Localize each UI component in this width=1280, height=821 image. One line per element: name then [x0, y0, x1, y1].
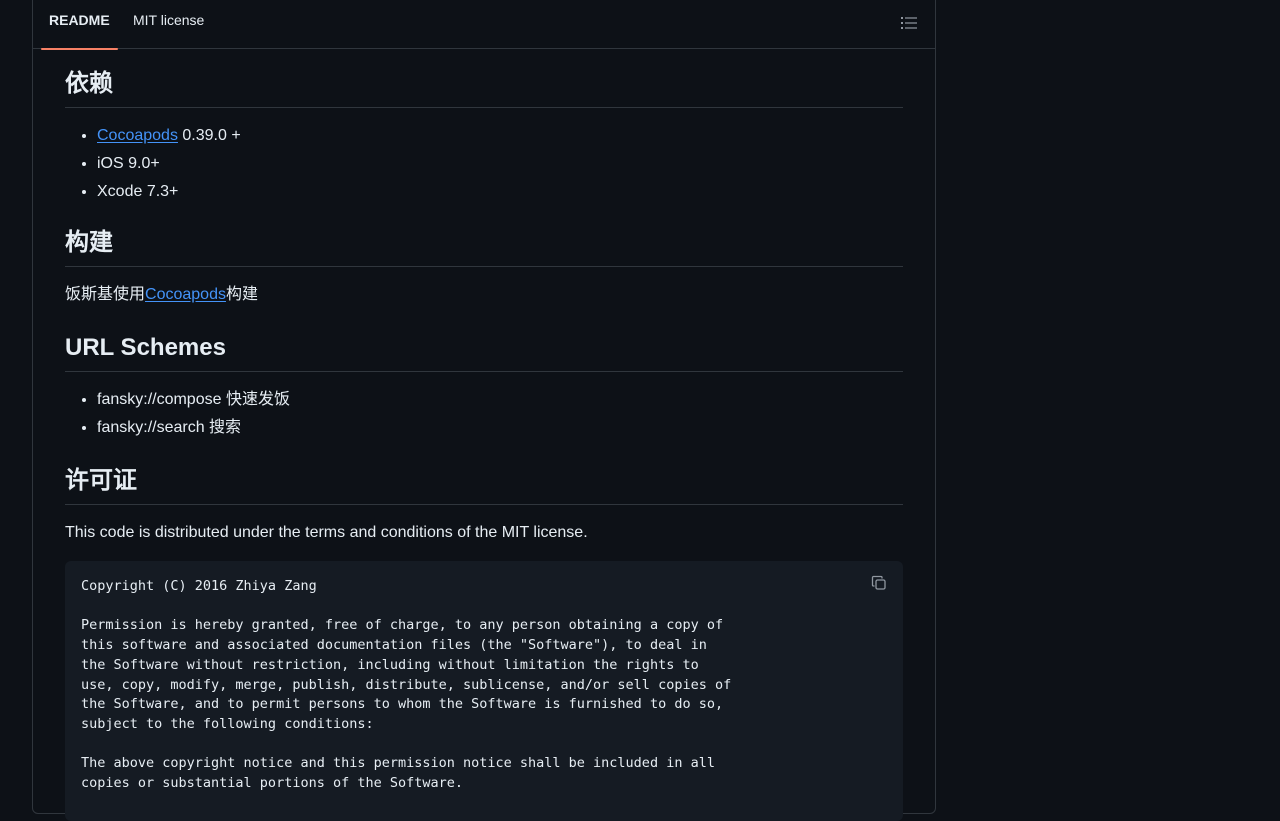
list-item: Xcode 7.3+ — [97, 178, 903, 206]
build-text-before: 饭斯基使用 — [65, 286, 146, 303]
url-schemes-list: fansky://compose 快速发饭 fansky://search 搜索 — [65, 386, 903, 442]
list-item: iOS 9.0+ — [97, 150, 903, 178]
readme-content: 依赖 Cocoapods 0.39.0 + iOS 9.0+ Xcode 7.3… — [65, 49, 903, 821]
list-item: fansky://compose 快速发饭 — [97, 386, 903, 414]
license-code-text: Copyright (C) 2016 Zhiya Zang Permission… — [81, 578, 732, 792]
cocoapods-link[interactable]: Cocoapods — [145, 286, 226, 303]
list-unordered-icon[interactable] — [901, 15, 921, 35]
build-paragraph: 饭斯基使用Cocoapods构建 — [65, 283, 903, 307]
heading-url-schemes: URL Schemes — [65, 333, 903, 372]
copy-icon[interactable] — [871, 575, 889, 593]
cocoapods-link[interactable]: Cocoapods — [97, 127, 178, 144]
list-item-text: 0.39.0 + — [177, 127, 241, 144]
readme-tabbar: README MIT license — [33, 0, 935, 50]
heading-license: 许可证 — [65, 466, 903, 505]
list-item: Cocoapods 0.39.0 + — [97, 122, 903, 150]
license-code-block: Copyright (C) 2016 Zhiya Zang Permission… — [65, 561, 903, 821]
readme-container: README MIT license 依赖 Cocoapods 0.39.0 +… — [32, 0, 936, 821]
tab-mit-license[interactable]: MIT license — [125, 1, 212, 49]
license-intro: This code is distributed under the terms… — [65, 524, 588, 541]
build-text-after: 构建 — [225, 286, 258, 303]
list-item: fansky://search 搜索 — [97, 414, 903, 442]
tab-readme[interactable]: README — [41, 1, 118, 50]
dependency-list: Cocoapods 0.39.0 + iOS 9.0+ Xcode 7.3+ — [65, 122, 903, 206]
heading-build: 构建 — [65, 228, 903, 267]
heading-dependencies: 依赖 — [65, 69, 903, 108]
